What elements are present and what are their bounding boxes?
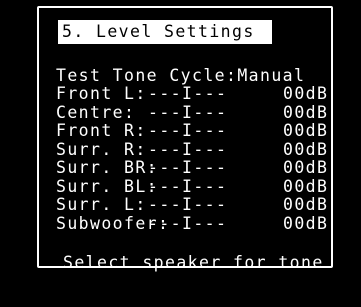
- level-value: 00dB: [283, 84, 329, 103]
- level-value: 00dB: [283, 176, 329, 196]
- level-value: 00dB: [283, 195, 329, 214]
- level-bar: ---I---: [148, 158, 228, 177]
- speaker-level-list: Front L: ---I--- 00dB Centre: ---I--- 00…: [56, 84, 336, 234]
- speaker-name: Surr. BR:: [56, 158, 159, 177]
- test-tone-cycle-setting[interactable]: Test Tone Cycle:Manual: [56, 66, 306, 86]
- menu-title: 5. Level Settings: [58, 20, 272, 44]
- osd-screen: 5. Level Settings Test Tone Cycle:Manual…: [0, 0, 361, 275]
- level-bar: ---I---: [148, 213, 228, 233]
- speaker-name: Front L:: [56, 84, 147, 103]
- speaker-name: Surr. L:: [56, 195, 147, 214]
- level-value: 00dB: [283, 213, 329, 233]
- level-bar: ---I---: [148, 102, 228, 122]
- speaker-row-surround-left[interactable]: Surr. L: ---I--- 00dB: [56, 195, 336, 215]
- speaker-name: Surr. R:: [56, 139, 147, 159]
- level-bar: ---I---: [148, 195, 228, 214]
- speaker-row-centre[interactable]: Centre: ---I--- 00dB: [56, 102, 336, 123]
- speaker-row-front-right[interactable]: Front R: ---I--- 00dB: [56, 121, 336, 141]
- speaker-row-front-left[interactable]: Front L: ---I--- 00dB: [56, 84, 336, 104]
- level-value: 00dB: [283, 102, 329, 122]
- level-bar: ---I---: [148, 121, 228, 140]
- speaker-name: Front R:: [56, 121, 147, 140]
- level-value: 00dB: [283, 121, 329, 140]
- speaker-row-surround-back-left[interactable]: Surr. BL: ---I--- 00dB: [56, 176, 336, 197]
- level-value: 00dB: [283, 139, 329, 159]
- speaker-name: Surr. BL:: [56, 176, 159, 196]
- speaker-row-surround-back-right[interactable]: Surr. BR: ---I--- 00dB: [56, 158, 336, 178]
- speaker-row-subwoofer[interactable]: Subwoofer: ---I--- 00dB: [56, 213, 336, 234]
- test-tone-cycle-label: Test Tone Cycle:: [56, 66, 238, 85]
- speaker-name: Centre:: [56, 102, 136, 122]
- footer-hint: Select speaker for tone: [63, 253, 324, 272]
- level-bar: ---I---: [148, 139, 228, 159]
- speaker-row-surround-right[interactable]: Surr. R: ---I--- 00dB: [56, 139, 336, 160]
- level-bar: ---I---: [148, 84, 228, 103]
- level-value: 00dB: [283, 158, 329, 177]
- level-bar: ---I---: [148, 176, 228, 196]
- test-tone-cycle-value: Manual: [237, 66, 306, 85]
